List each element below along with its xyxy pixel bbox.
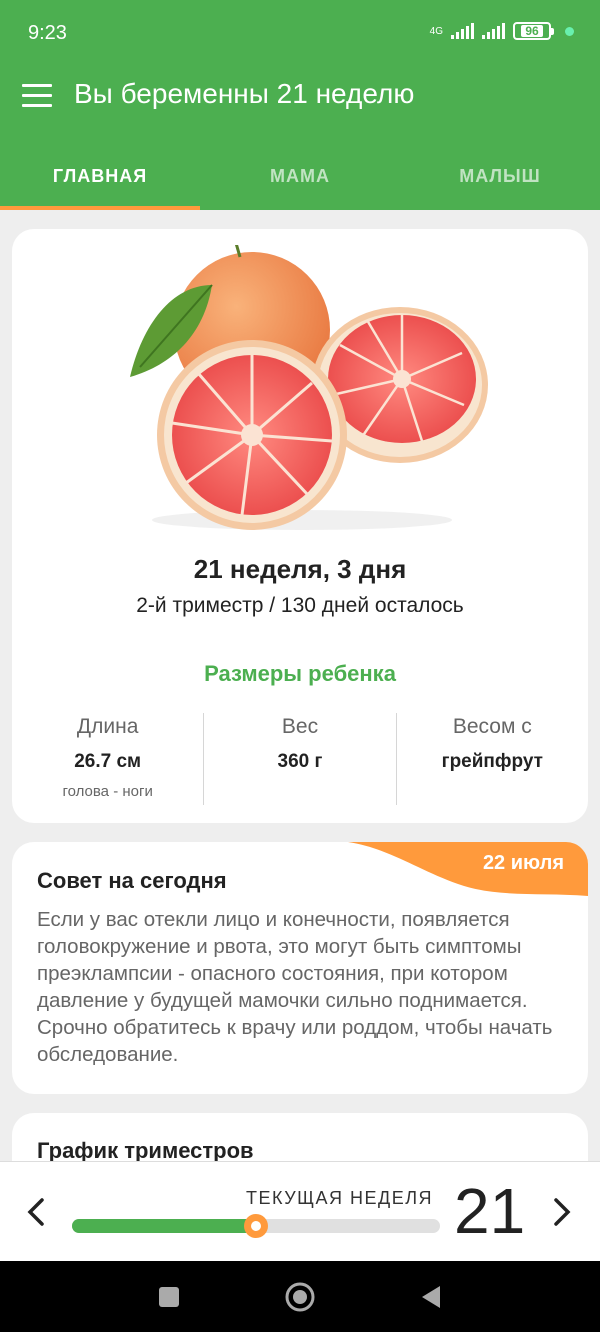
tip-date: 22 июля	[482, 852, 564, 874]
current-week-label: ТЕКУЩАЯ НЕДЕЛЯ	[246, 1188, 434, 1208]
home-icon[interactable]	[284, 1281, 316, 1313]
stat-compare: Весом с грейпфрут	[395, 713, 588, 805]
stat-value: 26.7 см	[74, 751, 142, 772]
system-nav-bar	[0, 1261, 600, 1332]
tab-baby[interactable]: МАЛЫШ	[400, 154, 600, 210]
current-week-number: 21	[454, 1175, 526, 1247]
app-bar: Вы беременны 21 неделю ГЛАВНАЯ МАМА МАЛЫ…	[0, 66, 600, 210]
battery-icon: 96	[513, 22, 554, 40]
week-days: 21 неделя, 3 дня	[193, 554, 407, 584]
tab-bar: ГЛАВНАЯ МАМА МАЛЫШ	[0, 154, 600, 210]
status-icons: 4G 96	[430, 22, 574, 40]
signal-icon-2	[482, 23, 505, 39]
trimester-info: 2-й триместр / 130 дней осталось	[136, 594, 464, 617]
stat-subtitle: голова - ноги	[62, 783, 153, 800]
recents-icon[interactable]	[157, 1281, 181, 1313]
stat-value: грейпфрут	[441, 751, 543, 772]
notification-dot	[565, 26, 574, 36]
page-title: Вы беременны 21 неделю	[74, 78, 415, 109]
summary-card: 21 неделя, 3 дня 2-й триместр / 130 дней…	[12, 229, 588, 823]
stat-label: Весом с	[452, 715, 532, 738]
week-progress-fill	[72, 1219, 256, 1233]
status-time: 9:23	[28, 22, 67, 44]
status-bar: 9:23 4G 96	[0, 0, 600, 66]
battery-level: 96	[521, 25, 543, 37]
tip-text: Если у вас отекли лицо и конечности, поя…	[37, 908, 553, 1066]
chevron-left-icon[interactable]	[24, 1196, 48, 1228]
date-badge: 22 июля	[348, 842, 588, 900]
signal-icon	[451, 23, 474, 39]
stat-label: Длина	[76, 715, 139, 738]
grapefruit-image	[130, 245, 488, 530]
tip-card[interactable]: 22 июля Совет на сегодня Если у вас отек…	[12, 842, 588, 1094]
stat-length: Длина 26.7 см голова - ноги	[12, 713, 203, 805]
network-type: 4G	[429, 25, 443, 37]
week-progress[interactable]	[72, 1214, 440, 1238]
tab-main[interactable]: ГЛАВНАЯ	[0, 154, 200, 210]
menu-icon[interactable]	[22, 84, 52, 108]
baby-sizes-title: Размеры ребенка	[204, 661, 396, 686]
tab-mom[interactable]: МАМА	[200, 154, 400, 210]
baby-stats: Длина 26.7 см голова - ноги Вес 360 г Ве…	[12, 713, 588, 805]
stat-value: 360 г	[277, 751, 323, 772]
back-icon[interactable]	[418, 1281, 442, 1313]
week-selector: ТЕКУЩАЯ НЕДЕЛЯ 21	[0, 1161, 600, 1261]
week-slider-handle[interactable]	[244, 1214, 268, 1238]
chevron-right-icon[interactable]	[550, 1196, 574, 1228]
tip-title: Совет на сегодня	[37, 868, 227, 893]
stat-label: Вес	[281, 715, 319, 738]
stat-weight: Вес 360 г	[203, 713, 395, 805]
